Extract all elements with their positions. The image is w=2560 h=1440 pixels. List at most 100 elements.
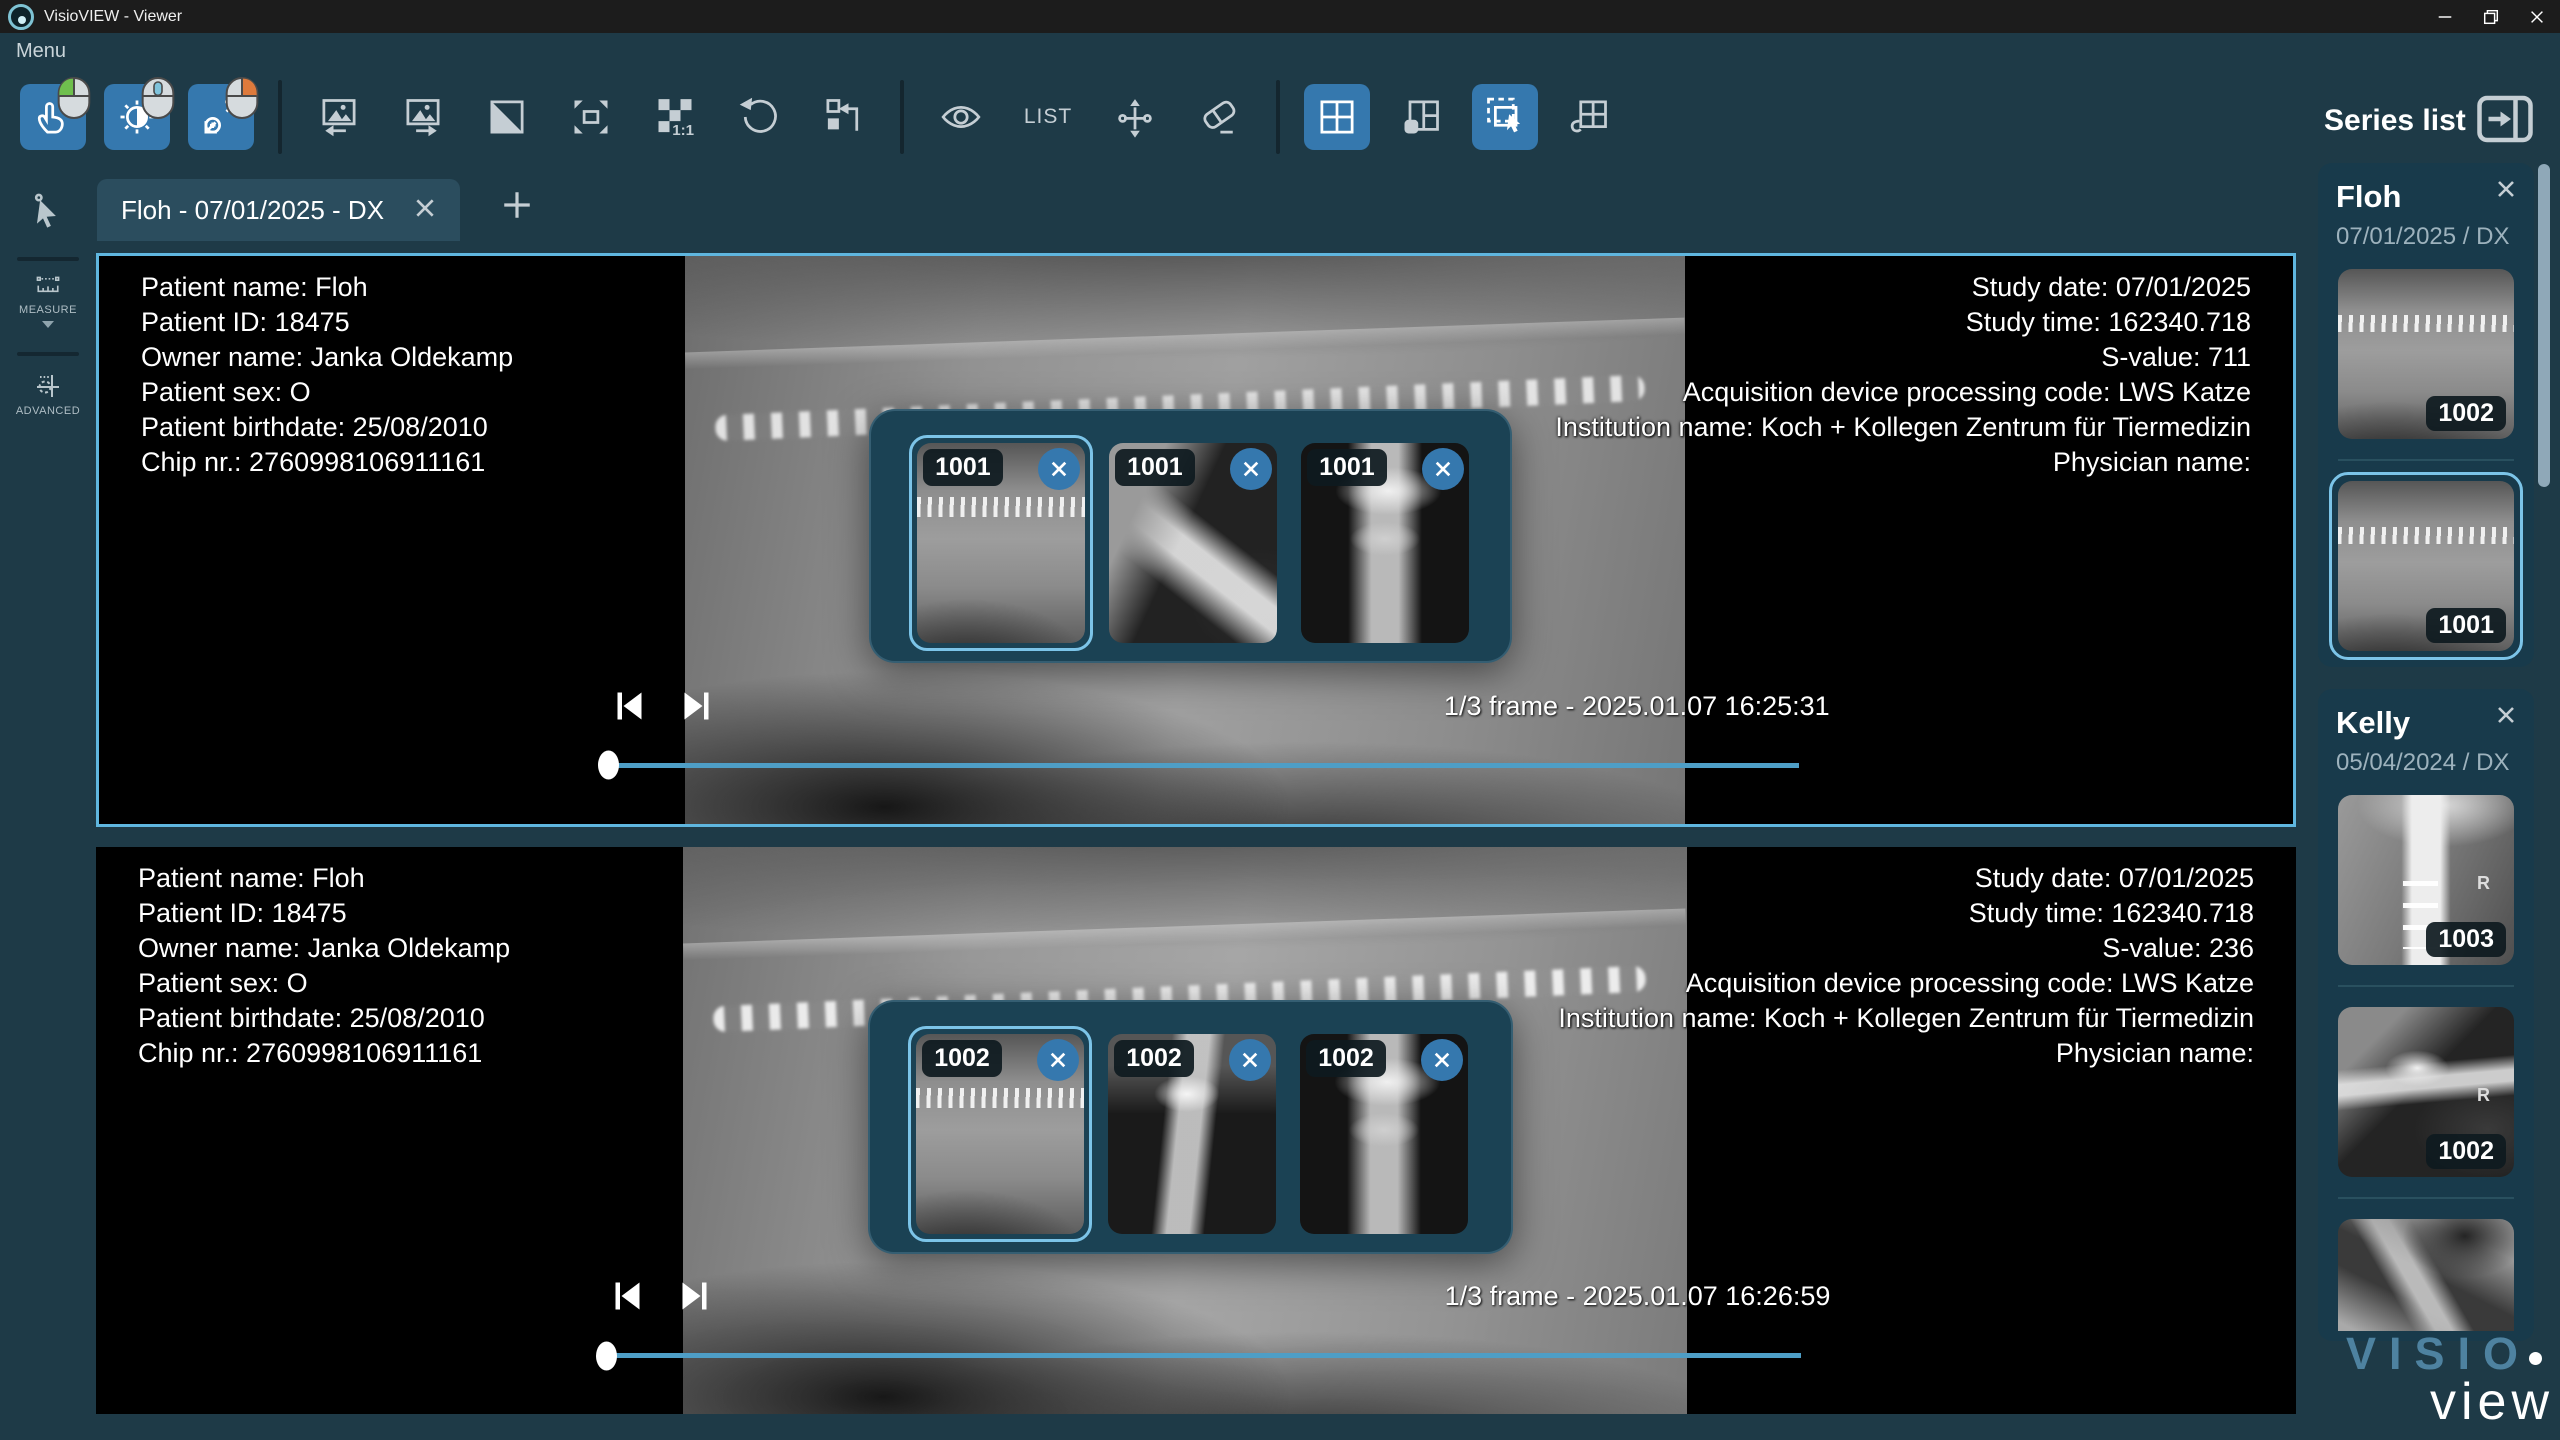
- frame-slider[interactable]: [602, 1353, 1801, 1358]
- viewport-2[interactable]: Patient name: Floh Patient ID: 18475 Own…: [96, 847, 2296, 1415]
- left-tool-rail: MEASURE ADVANCED: [0, 165, 96, 1440]
- viewport-1[interactable]: Patient name: Floh Patient ID: 18475 Own…: [96, 253, 2296, 827]
- thumbnail-image: [917, 443, 1085, 643]
- series-thumbnail-popup: 1001 1001 1001: [869, 409, 1512, 663]
- popup-thumbnail[interactable]: 1001: [917, 443, 1085, 643]
- eraser-button[interactable]: [1186, 84, 1252, 150]
- thumbnail-divider: [2338, 985, 2514, 987]
- collapse-panel-button[interactable]: [2476, 95, 2534, 148]
- thumbnail-divider: [2338, 1197, 2514, 1199]
- previous-frame-button[interactable]: [606, 1278, 646, 1314]
- thumbnail-image: [916, 1034, 1084, 1234]
- popup-thumbnail[interactable]: 1002: [1108, 1034, 1276, 1234]
- toolbar-separator: [1276, 80, 1280, 154]
- advanced-label: ADVANCED: [16, 405, 80, 417]
- study-tab-label: Floh - 07/01/2025 - DX: [121, 195, 384, 226]
- study-info-overlay: Study date: 07/01/2025 Study time: 16234…: [1558, 861, 2254, 1071]
- series-list-panel: Series list Floh 07/01/2025 / DX 1002: [2310, 69, 2560, 1440]
- pointer-tool-button[interactable]: [27, 191, 69, 233]
- toolbar-separator: [900, 80, 904, 154]
- series-group-kelly: Kelly 05/04/2024 / DX R 1003 R 1002: [2318, 689, 2534, 1341]
- select-layout-button[interactable]: [1472, 84, 1538, 150]
- series-scrollbar-thumb[interactable]: [2538, 164, 2550, 487]
- series-thumbnail-selected[interactable]: 1001: [2338, 481, 2514, 651]
- frame-slider-handle[interactable]: [598, 751, 619, 780]
- series-thumbnail[interactable]: [2338, 1219, 2514, 1331]
- reset-layout-button[interactable]: [1556, 84, 1622, 150]
- menu-button[interactable]: Menu: [16, 40, 66, 63]
- thumbnail-close-button[interactable]: [1230, 448, 1272, 490]
- thumbnail-badge: 1002: [1114, 1040, 1194, 1077]
- thumbnail-image: [2338, 1219, 2514, 1331]
- measure-caret-icon: [42, 321, 54, 328]
- list-button-label: LIST: [1024, 105, 1072, 129]
- app-logo-icon: [8, 4, 34, 30]
- series-group-close-button[interactable]: [2496, 179, 2516, 204]
- rotate-button[interactable]: [726, 84, 792, 150]
- next-frame-button[interactable]: [676, 1278, 716, 1314]
- grid-layout-button[interactable]: [1304, 84, 1370, 150]
- one-to-one-button[interactable]: 1:1: [642, 84, 708, 150]
- popup-thumbnail[interactable]: 1001: [1109, 443, 1277, 643]
- visibility-button[interactable]: [928, 84, 994, 150]
- series-thumbnail[interactable]: R 1002: [2338, 1007, 2514, 1177]
- zoom-tool-button[interactable]: [188, 84, 254, 150]
- menu-bar: Menu: [0, 33, 2560, 69]
- mouse-right-button-badge-icon: [220, 76, 264, 125]
- thumbnail-badge: 1003: [2426, 922, 2506, 957]
- one-to-one-label: 1:1: [672, 122, 694, 139]
- series-group-close-button[interactable]: [2496, 705, 2516, 730]
- study-tab[interactable]: Floh - 07/01/2025 - DX: [97, 179, 460, 241]
- tab-close-icon[interactable]: [414, 195, 436, 226]
- frame-label: 1/3 frame - 2025.01.07 16:25:31: [1444, 691, 1830, 722]
- thumbnail-close-button[interactable]: [1422, 448, 1464, 490]
- thumbnail-close-button[interactable]: [1229, 1039, 1271, 1081]
- popup-thumbnail[interactable]: 1002: [1300, 1034, 1468, 1234]
- series-group-name: Kelly: [2336, 705, 2410, 741]
- custom-layout-button[interactable]: [1388, 84, 1454, 150]
- minimize-button[interactable]: [2422, 0, 2468, 33]
- series-thumbnail[interactable]: 1002: [2338, 269, 2514, 439]
- frame-slider-handle[interactable]: [596, 1341, 617, 1370]
- thumbnail-badge: 1001: [923, 449, 1003, 486]
- logo-view-text: view: [2430, 1372, 2554, 1432]
- advanced-tools-button[interactable]: ADVANCED: [16, 370, 80, 417]
- previous-image-button[interactable]: [306, 84, 372, 150]
- rail-divider: [17, 257, 79, 261]
- series-thumbnail[interactable]: R 1003: [2338, 795, 2514, 965]
- toolbar: 1:1 LIST: [0, 69, 2310, 165]
- new-tab-button[interactable]: [500, 188, 534, 227]
- rail-divider: [17, 352, 79, 356]
- previous-frame-button[interactable]: [608, 688, 648, 724]
- logo-visio-text: VISIO: [2346, 1328, 2554, 1380]
- thumbnail-close-button[interactable]: [1038, 448, 1080, 490]
- frame-scroll-button[interactable]: [1102, 84, 1168, 150]
- restore-button[interactable]: [2468, 0, 2514, 33]
- frame-slider[interactable]: [604, 763, 1800, 768]
- laterality-marker: R: [2477, 1085, 2490, 1106]
- transfer-layout-button[interactable]: [810, 84, 876, 150]
- toolbar-separator: [278, 80, 282, 154]
- series-group-name: Floh: [2336, 179, 2401, 215]
- pan-tool-button[interactable]: [20, 84, 86, 150]
- mouse-middle-button-badge-icon: [136, 76, 180, 125]
- popup-thumbnail[interactable]: 1002: [916, 1034, 1084, 1234]
- next-frame-button[interactable]: [678, 688, 718, 724]
- close-button[interactable]: [2514, 0, 2560, 33]
- popup-thumbnail[interactable]: 1001: [1301, 443, 1469, 643]
- fit-to-screen-button[interactable]: [558, 84, 624, 150]
- thumbnail-badge: 1002: [2426, 1134, 2506, 1169]
- measure-tools-button[interactable]: MEASURE: [19, 275, 77, 328]
- measure-label: MEASURE: [19, 304, 77, 316]
- invert-button[interactable]: [474, 84, 540, 150]
- thumbnail-close-button[interactable]: [1421, 1039, 1463, 1081]
- logo-eye-icon: [2529, 1352, 2542, 1365]
- thumbnail-close-button[interactable]: [1037, 1039, 1079, 1081]
- title-bar: VisioVIEW - Viewer: [0, 0, 2560, 33]
- thumbnail-badge: 1001: [2426, 608, 2506, 643]
- list-button[interactable]: LIST: [1012, 84, 1084, 150]
- app-window: VisioVIEW - Viewer Menu: [0, 0, 2560, 1440]
- next-image-button[interactable]: [390, 84, 456, 150]
- window-level-button[interactable]: [104, 84, 170, 150]
- thumbnail-image: [2338, 481, 2514, 651]
